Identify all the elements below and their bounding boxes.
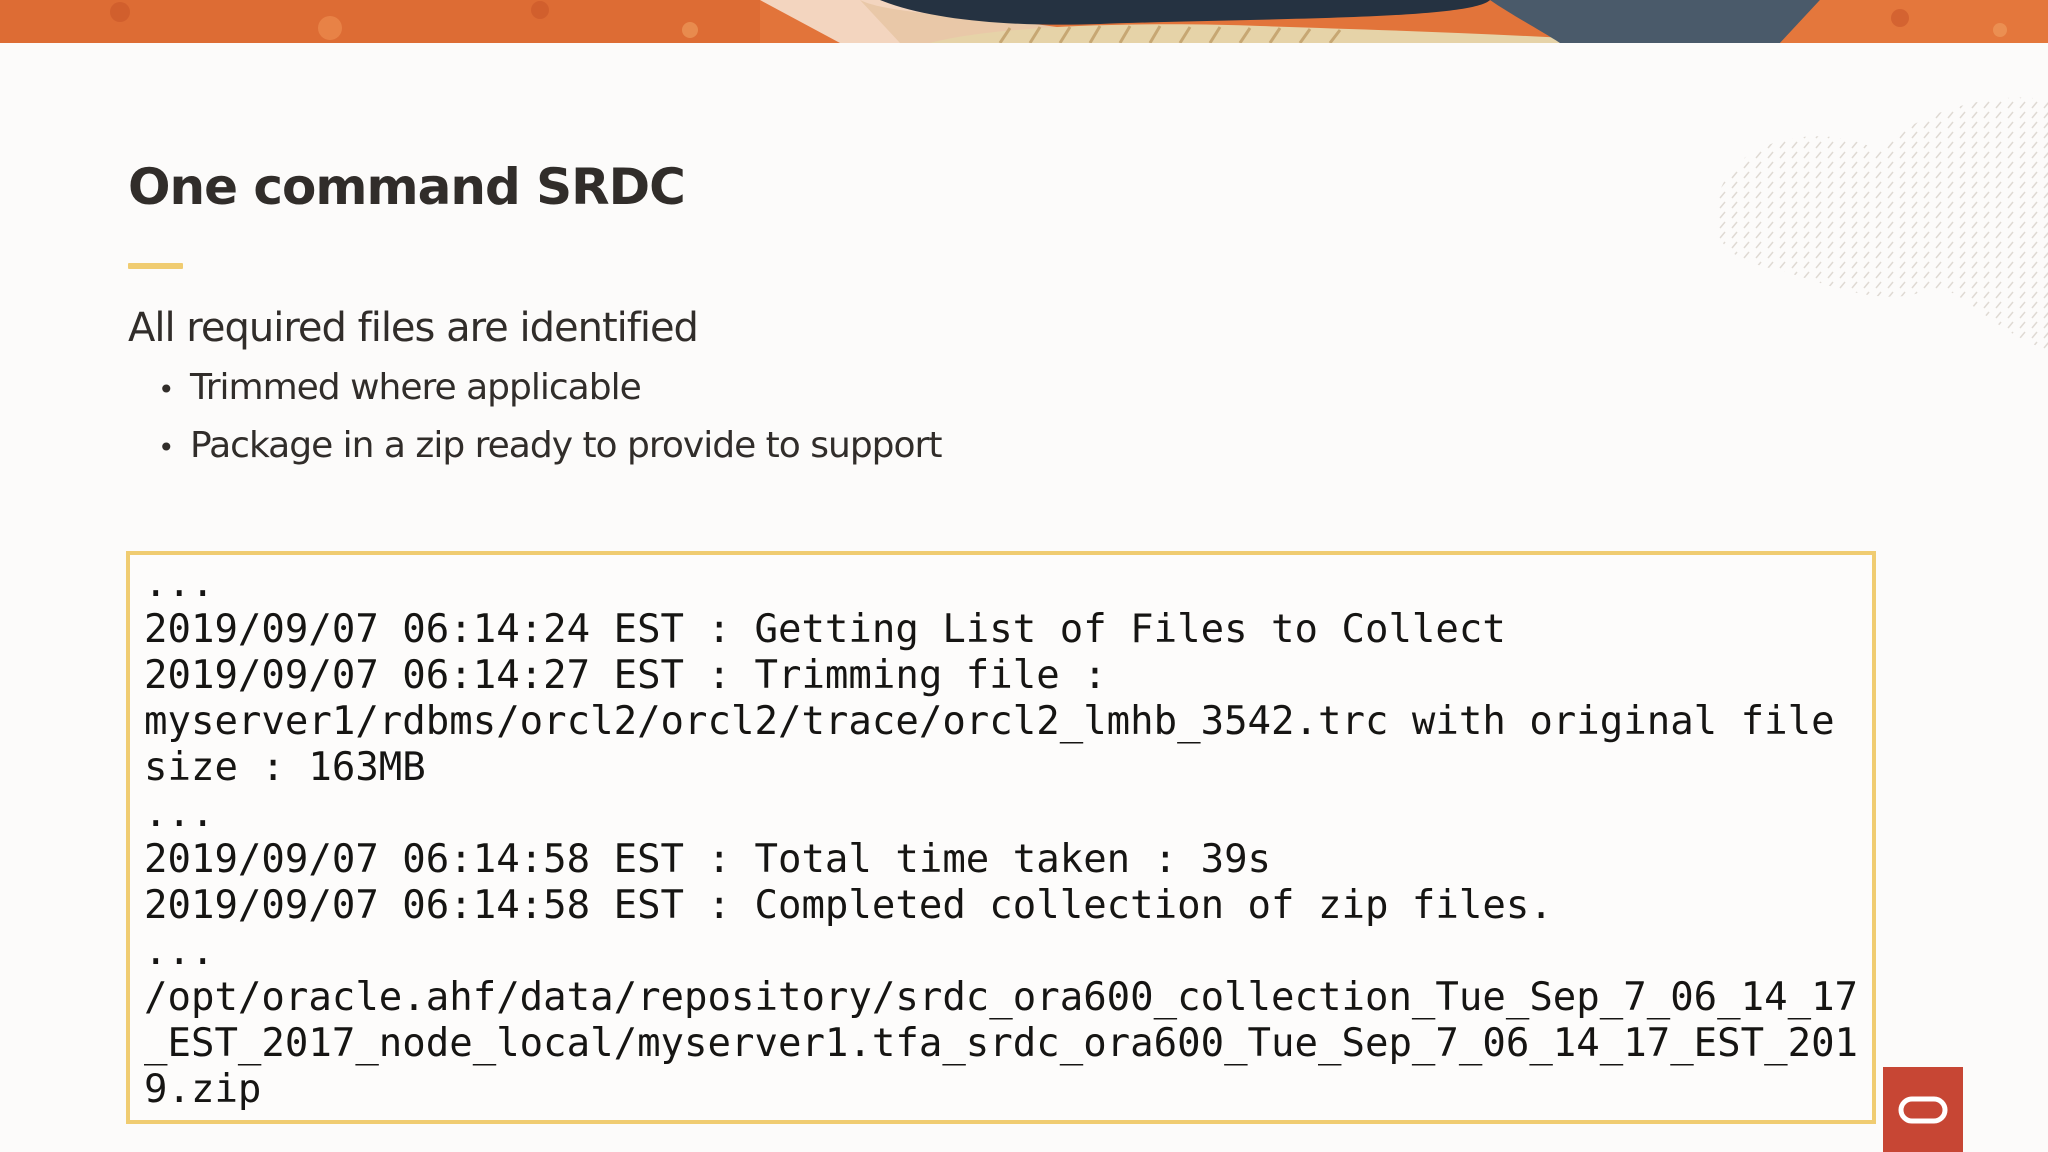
code-line: myserver1/rdbms/orcl2/orcl2/trace/orcl2_…: [144, 699, 1835, 744]
code-line: 2019/09/07 06:14:24 EST : Getting List o…: [144, 607, 1506, 652]
bullet-text: Package in a zip ready to provide to sup…: [190, 425, 942, 466]
code-line: 2019/09/07 06:14:58 EST : Completed coll…: [144, 883, 1553, 928]
bullet-item: • Package in a zip ready to provide to su…: [158, 421, 942, 479]
title-accent-bar: [128, 263, 183, 269]
code-line: size : 163MB: [144, 745, 426, 790]
decorative-texture-icon: [1715, 97, 2048, 350]
code-line: 2019/09/07 06:14:58 EST : Total time tak…: [144, 837, 1272, 882]
slide-title: One command SRDC: [128, 158, 686, 216]
bullet-dot: •: [158, 431, 175, 464]
code-line: 2019/09/07 06:14:27 EST : Trimming file …: [144, 653, 1107, 698]
code-output: ... 2019/09/07 06:14:24 EST : Getting Li…: [144, 561, 1858, 1113]
lead-text: All required files are identified: [128, 305, 699, 351]
code-line: ...: [144, 929, 215, 974]
oracle-logo-icon: [1898, 1096, 1948, 1123]
bullet-text: Trimmed where applicable: [190, 367, 642, 408]
code-line: _EST_2017_node_local/myserver1.tfa_srdc_…: [144, 1021, 1859, 1066]
code-line: 9.zip: [144, 1067, 262, 1112]
decorative-banner: [0, 0, 2048, 43]
bullet-list: • Trimmed where applicable • Package in a …: [158, 363, 942, 479]
bullet-item: • Trimmed where applicable: [158, 363, 941, 421]
bullet-dot: •: [158, 373, 175, 406]
oracle-logo-badge: [1883, 1067, 1963, 1152]
decorative-art-banner-icon: [0, 0, 2048, 43]
code-output-box: ... 2019/09/07 06:14:24 EST : Getting Li…: [126, 551, 1876, 1124]
code-line: ...: [144, 791, 215, 836]
code-line: ...: [144, 561, 215, 606]
code-line: /opt/oracle.ahf/data/repository/srdc_ora…: [144, 975, 1859, 1020]
